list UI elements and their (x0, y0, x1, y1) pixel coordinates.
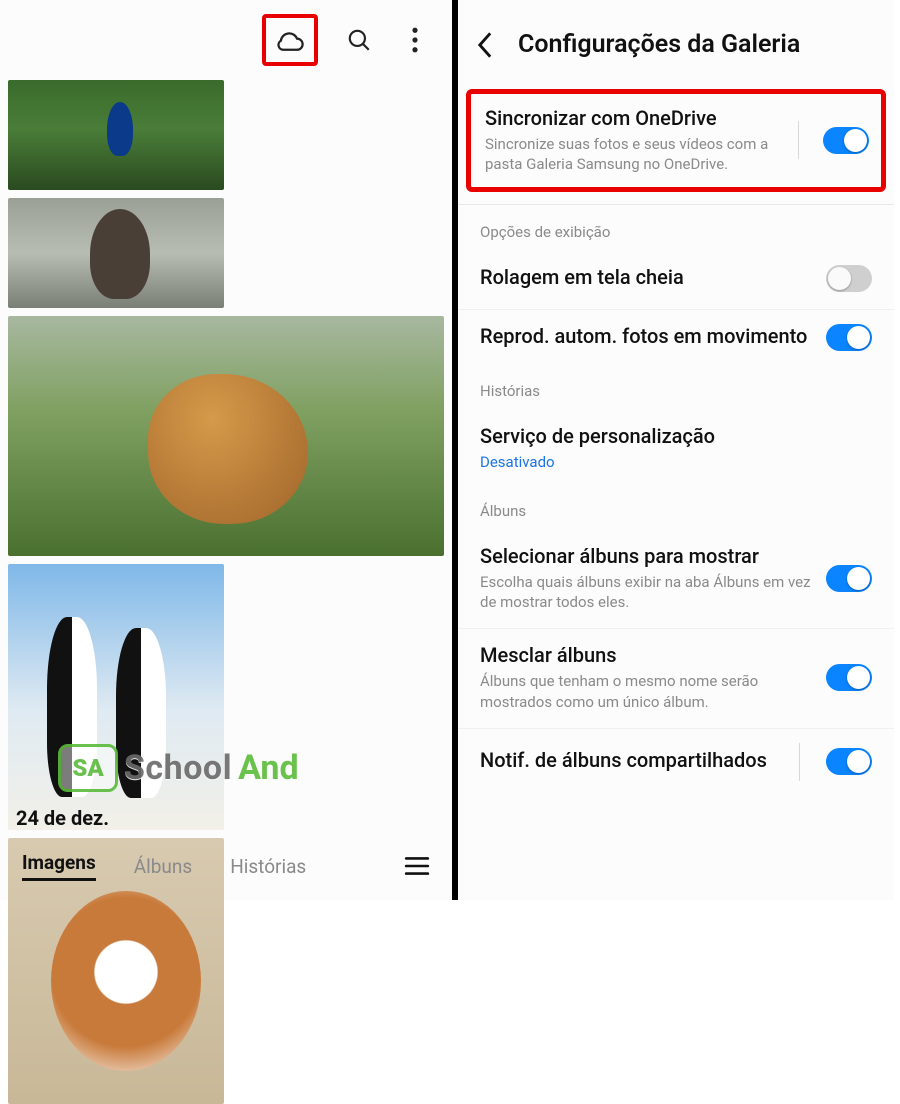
watermark-text-1: School (124, 748, 232, 788)
section-display-header: Opções de exibição (458, 209, 894, 251)
cloud-icon[interactable] (273, 23, 307, 57)
watermark: SA School And (58, 744, 299, 792)
watermark-badge: SA (58, 744, 118, 792)
personalization-sub: Desativado (480, 452, 872, 472)
bottom-tabs: Imagens Álbuns Histórias (0, 842, 452, 890)
more-icon[interactable] (400, 25, 430, 55)
tab-stories[interactable]: Histórias (230, 855, 306, 878)
sync-sub: Sincronize suas fotos e seus vídeos com … (485, 134, 786, 175)
shared-notif-toggle[interactable] (826, 748, 872, 775)
cloud-sync-highlight (262, 14, 318, 66)
settings-title: Configurações da Galeria (518, 30, 800, 59)
separator (798, 121, 799, 159)
settings-pane: Configurações da Galeria Sincronizar com… (458, 0, 894, 900)
select-albums-toggle[interactable] (826, 565, 872, 592)
personalization-title: Serviço de personalização (480, 424, 872, 448)
thumbnail[interactable] (8, 198, 224, 308)
select-albums-sub: Escolha quais álbuns exibir na aba Álbun… (480, 572, 812, 613)
section-albums-header: Álbuns (458, 488, 894, 530)
thumbnail[interactable] (8, 316, 444, 556)
section-stories-header: Histórias (458, 368, 894, 410)
settings-header: Configurações da Galeria (458, 0, 894, 81)
fullscreen-scroll-toggle[interactable] (826, 265, 872, 292)
personalization-row[interactable]: Serviço de personalização Desativado (458, 410, 894, 488)
date-label: 24 de dez. (16, 806, 109, 830)
separator (799, 743, 800, 781)
merge-albums-row[interactable]: Mesclar álbuns Álbuns que tenham o mesmo… (458, 629, 894, 729)
sync-onedrive-row[interactable]: Sincronizar com OneDrive Sincronize suas… (485, 106, 869, 175)
fullscreen-scroll-title: Rolagem em tela cheia (480, 265, 812, 289)
shared-notif-row[interactable]: Notif. de álbuns compartilhados (458, 729, 894, 797)
tab-images[interactable]: Imagens (22, 851, 96, 881)
autoplay-title: Reprod. autom. fotos em movimento (480, 324, 812, 348)
select-albums-row[interactable]: Selecionar álbuns para mostrar Escolha q… (458, 530, 894, 630)
sync-title: Sincronizar com OneDrive (485, 106, 786, 130)
autoplay-toggle[interactable] (826, 324, 872, 351)
watermark-text-2: And (238, 748, 299, 788)
autoplay-row[interactable]: Reprod. autom. fotos em movimento (458, 310, 894, 368)
merge-albums-toggle[interactable] (826, 664, 872, 691)
thumbnail-grid (0, 80, 452, 1104)
shared-notif-title: Notif. de álbuns compartilhados (480, 748, 785, 772)
stories-section: Histórias Serviço de personalização Desa… (458, 368, 894, 488)
back-icon[interactable] (476, 32, 502, 58)
select-albums-title: Selecionar álbuns para mostrar (480, 544, 812, 568)
fullscreen-scroll-row[interactable]: Rolagem em tela cheia (458, 251, 894, 310)
hamburger-icon[interactable] (404, 856, 430, 876)
tab-albums[interactable]: Álbuns (134, 855, 192, 878)
merge-albums-sub: Álbuns que tenham o mesmo nome serão mos… (480, 671, 812, 712)
sync-onedrive-highlight: Sincronizar com OneDrive Sincronize suas… (466, 89, 886, 192)
albums-section: Álbuns Selecionar álbuns para mostrar Es… (458, 488, 894, 797)
sync-toggle[interactable] (823, 127, 869, 154)
gallery-header (0, 0, 452, 80)
search-icon[interactable] (344, 25, 374, 55)
display-section: Opções de exibição Rolagem em tela cheia… (458, 204, 894, 368)
thumbnail[interactable] (8, 80, 224, 190)
gallery-pane: SA School And 24 de dez. Imagens Álbuns … (0, 0, 458, 900)
merge-albums-title: Mesclar álbuns (480, 643, 812, 667)
